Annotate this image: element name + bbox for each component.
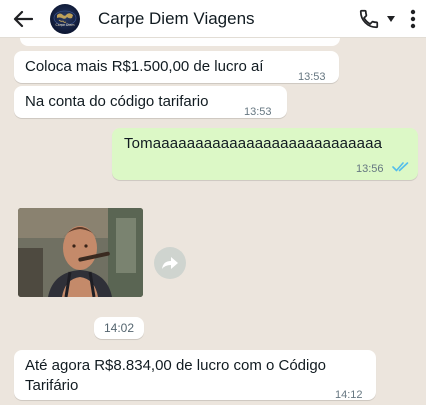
call-button[interactable]	[358, 8, 380, 30]
forward-icon	[162, 257, 178, 269]
message-time: 14:12	[335, 389, 363, 401]
caret-down-icon	[387, 15, 395, 22]
message-time: 13:53	[298, 71, 326, 83]
forward-button[interactable]	[154, 247, 186, 279]
more-vertical-icon	[410, 9, 416, 28]
time-chip-label: 14:02	[103, 321, 135, 335]
previous-message-edge	[20, 38, 340, 46]
time-chip: 14:02	[94, 317, 144, 339]
back-button[interactable]	[6, 0, 40, 38]
message-text: Coloca mais R$1.500,00 de lucro aí	[25, 58, 264, 75]
message-bubble-incoming[interactable]: Na conta do código tarifario 13:53	[14, 86, 287, 118]
double-check-icon	[392, 162, 409, 172]
phone-icon	[359, 9, 379, 28]
svg-text:Carpe Diem: Carpe Diem	[56, 23, 75, 27]
header-actions	[358, 8, 416, 30]
more-options-button[interactable]	[410, 9, 416, 29]
message-bubble-outgoing[interactable]: Tomaaaaaaaaaaaaaaaaaaaaaaaaaaa 13:56	[112, 128, 418, 180]
message-time: 13:53	[244, 106, 272, 118]
arrow-left-icon	[13, 10, 33, 27]
message-time: 13:56	[356, 163, 384, 175]
message-text: Na conta do código tarifario	[25, 93, 209, 110]
carpe-diem-logo: Carpe Diem	[53, 10, 77, 27]
chat-header: Carpe Diem Carpe Diem Viagens	[0, 0, 426, 38]
chat-screen: Carpe Diem Carpe Diem Viagens Coloca mai…	[0, 0, 426, 405]
message-bubble-incoming[interactable]: Até agora R$8.834,00 de lucro com o Códi…	[14, 350, 376, 401]
gif-message[interactable]	[18, 208, 143, 297]
avatar[interactable]: Carpe Diem	[50, 3, 80, 34]
message-bubble-incoming[interactable]: Coloca mais R$1.500,00 de lucro aí 13:53	[14, 51, 339, 83]
message-list[interactable]: Coloca mais R$1.500,00 de lucro aí 13:53…	[0, 38, 426, 405]
contact-name[interactable]: Carpe Diem Viagens	[98, 9, 255, 29]
message-text: Até agora R$8.834,00 de lucro com o Códi…	[25, 357, 327, 394]
call-options-button[interactable]	[386, 15, 396, 23]
message-text: Tomaaaaaaaaaaaaaaaaaaaaaaaaaaa	[124, 135, 383, 152]
gif-thumbnail	[18, 208, 143, 297]
